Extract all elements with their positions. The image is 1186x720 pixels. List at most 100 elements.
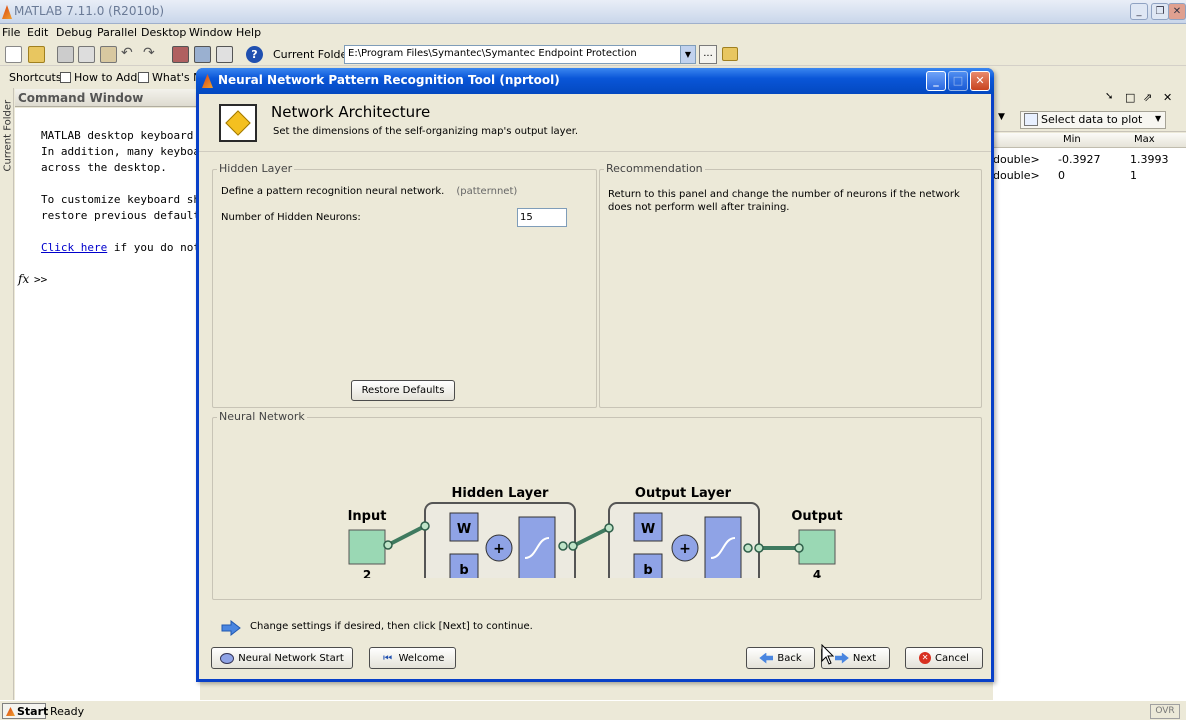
workspace-toolbar: ▼ Select data to plot ▼	[993, 108, 1186, 132]
cancel-button[interactable]: ✕ Cancel	[905, 647, 983, 669]
hidden-sum-label: +	[493, 541, 505, 557]
open-folder-icon[interactable]	[28, 46, 45, 63]
maximize-icon[interactable]: ❐	[1151, 3, 1169, 20]
minimize-icon[interactable]: _	[926, 71, 946, 91]
current-folder-strip[interactable]: Current Folder	[0, 88, 14, 700]
toolbar: ↶ ↷ ? Current Folder: E:\Program Files\S…	[0, 43, 1186, 66]
hidden-desc-text: Define a pattern recognition neural netw…	[221, 186, 445, 197]
welcome-button[interactable]: ⏮ Welcome	[369, 647, 456, 669]
command-line: across the desktop.	[41, 161, 167, 174]
hidden-weight-label: W	[457, 522, 471, 537]
arrow-right-icon	[834, 652, 849, 664]
current-folder-label: Current Folder:	[273, 48, 356, 61]
help-icon[interactable]: ?	[246, 46, 263, 63]
command-prompt[interactable]: >>	[34, 273, 47, 286]
restore-defaults-button[interactable]: Restore Defaults	[351, 380, 455, 401]
fx-icon[interactable]: fx	[18, 272, 29, 286]
current-folder-tab[interactable]: Current Folder	[3, 96, 14, 172]
welcome-label: Welcome	[398, 652, 445, 664]
how-to-add-link[interactable]: How to Add	[74, 71, 137, 84]
patternnet-label: (patternnet)	[456, 186, 518, 197]
matlab-logo-icon	[6, 707, 15, 716]
hidden-layer-group: Hidden Layer Define a pattern recognitio…	[212, 162, 597, 408]
shortcut-icon	[60, 72, 71, 83]
profiler-icon[interactable]	[216, 46, 233, 63]
menu-file[interactable]: File	[2, 26, 20, 39]
copy-icon[interactable]	[78, 46, 95, 63]
maximize-icon[interactable]: □	[948, 71, 968, 91]
menu-help[interactable]: Help	[236, 26, 261, 39]
chevron-down-icon[interactable]: ▼	[680, 46, 695, 63]
hidden-layer-description: Define a pattern recognition neural netw…	[221, 186, 517, 197]
row-max: 1.3993	[1130, 153, 1169, 166]
up-folder-icon[interactable]	[722, 47, 738, 61]
row-type: double>	[993, 169, 1040, 182]
recommendation-group-title: Recommendation	[604, 162, 705, 175]
neural-network-start-button[interactable]: Neural Network Start	[211, 647, 353, 669]
guide-icon[interactable]	[194, 46, 211, 63]
input-block	[348, 529, 386, 565]
paste-icon[interactable]	[100, 46, 117, 63]
arrow-left-icon	[759, 652, 774, 664]
command-line: To customize keyboard sh	[41, 193, 200, 206]
matlab-logo-icon	[202, 74, 213, 88]
workspace-table[interactable]: double> -0.3927 1.3993 double> 0 1	[993, 148, 1186, 700]
undock-icon[interactable]: ➘	[1105, 91, 1113, 102]
menu-parallel[interactable]: Parallel	[97, 26, 137, 39]
dialog-header: Network Architecture Set the dimensions …	[199, 94, 991, 152]
workspace-columns: Min Max	[993, 133, 1186, 148]
shortcut-icon	[138, 72, 149, 83]
chevron-down-icon[interactable]: ▼	[998, 112, 1005, 122]
browse-folder-button[interactable]: ...	[699, 45, 717, 64]
click-here-link[interactable]: Click here	[41, 241, 107, 254]
undock-pane-icon[interactable]: ⇗	[1143, 91, 1152, 104]
page-subtitle: Set the dimensions of the self-organizin…	[273, 126, 579, 137]
overwrite-indicator: OVR	[1150, 704, 1180, 719]
output-bias-label: b	[643, 563, 652, 578]
maximize-pane-icon[interactable]: □	[1125, 91, 1135, 104]
workspace-header: ➘ □ ⇗ ✕	[993, 89, 1186, 107]
command-window-title: Command Window	[18, 91, 144, 105]
menu-edit[interactable]: Edit	[27, 26, 48, 39]
instruction-text: Change settings if desired, then click […	[250, 621, 533, 632]
simulink-icon[interactable]	[172, 46, 189, 63]
cut-icon[interactable]	[57, 46, 74, 63]
undo-icon[interactable]: ↶	[121, 46, 138, 63]
select-data-to-plot-dropdown[interactable]: Select data to plot ▼	[1020, 111, 1166, 129]
page-title: Network Architecture	[271, 103, 431, 121]
redo-icon[interactable]: ↷	[143, 46, 160, 63]
close-icon[interactable]: ✕	[970, 71, 990, 91]
nn-start-icon	[220, 652, 235, 664]
command-line: In addition, many keyboa	[41, 145, 200, 158]
minimize-icon[interactable]: _	[1130, 3, 1148, 20]
close-pane-icon[interactable]: ✕	[1163, 91, 1172, 104]
matlab-title-bar: MATLAB 7.11.0 (R2010b) _ ❐ ✕	[0, 0, 1186, 24]
output-size: 4	[813, 568, 821, 578]
matlab-title: MATLAB 7.11.0 (R2010b)	[14, 4, 165, 18]
menu-window[interactable]: Window	[189, 26, 232, 39]
neural-network-group-title: Neural Network	[217, 410, 307, 423]
back-label: Back	[777, 652, 802, 664]
current-folder-input[interactable]: E:\Program Files\Symantec\Symantec Endpo…	[344, 45, 696, 64]
matlab-logo-icon	[2, 5, 12, 19]
recommendation-group: Recommendation Return to this panel and …	[599, 162, 982, 408]
command-line: if you do not	[107, 241, 200, 254]
hidden-neurons-input[interactable]	[517, 208, 567, 227]
new-file-icon[interactable]	[5, 46, 22, 63]
next-label: Next	[852, 652, 877, 664]
output-weight-label: W	[641, 522, 655, 537]
dialog-title-bar[interactable]: Neural Network Pattern Recognition Tool …	[196, 68, 994, 94]
command-window[interactable]: MATLAB desktop keyboard In addition, man…	[15, 108, 200, 700]
nprtool-dialog: Neural Network Pattern Recognition Tool …	[196, 68, 994, 682]
plot-icon	[1024, 113, 1038, 126]
start-button[interactable]: Start	[2, 703, 48, 719]
menu-debug[interactable]: Debug	[56, 26, 92, 39]
menu-desktop[interactable]: Desktop	[141, 26, 186, 39]
close-icon[interactable]: ✕	[1168, 3, 1186, 20]
cancel-label: Cancel	[935, 652, 969, 664]
column-min[interactable]: Min	[1063, 134, 1081, 145]
back-button[interactable]: Back	[746, 647, 815, 669]
row-type: double>	[993, 153, 1040, 166]
output-block	[798, 529, 836, 565]
column-max[interactable]: Max	[1134, 134, 1155, 145]
